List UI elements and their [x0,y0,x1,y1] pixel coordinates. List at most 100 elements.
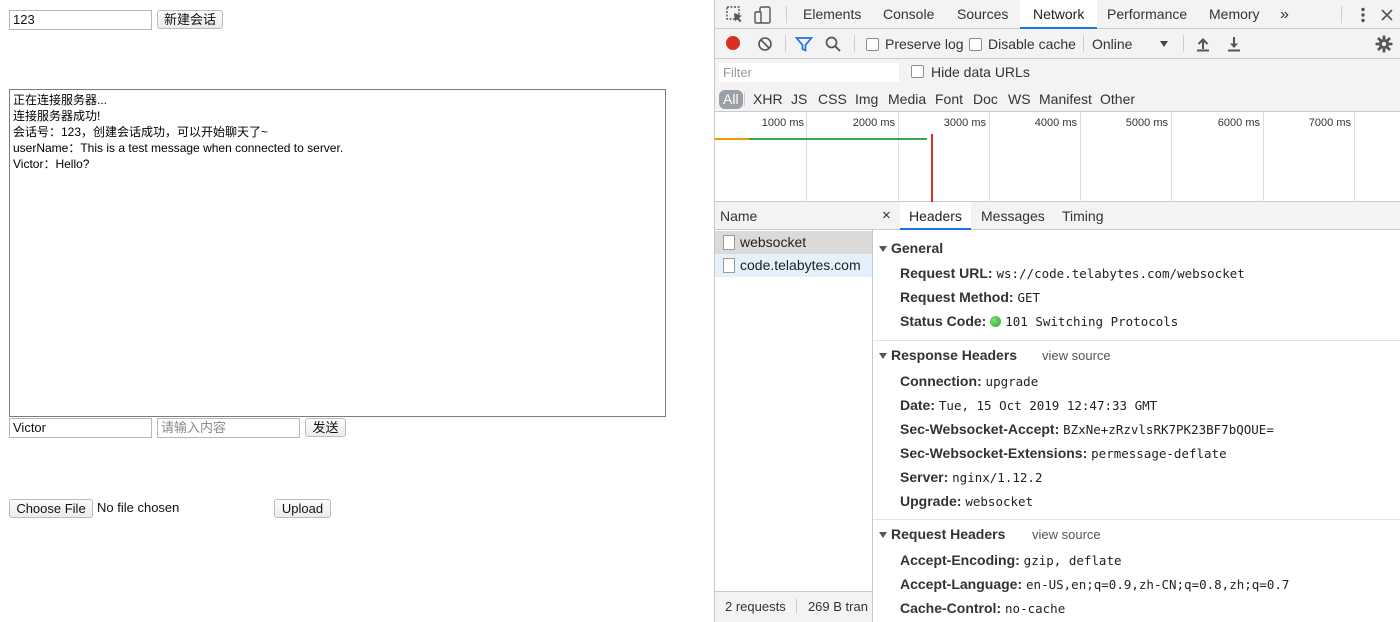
more-options-icon[interactable] [1353,5,1373,25]
timeline-gridline [898,112,899,202]
tab-memory[interactable]: Memory [1209,0,1260,29]
close-details-button[interactable]: × [882,202,891,230]
tab-performance[interactable]: Performance [1107,0,1187,29]
triangle-down-icon [879,246,887,252]
filter-type-js[interactable]: JS [790,90,808,109]
triangle-down-icon [879,532,887,538]
hide-data-urls-checkbox[interactable] [911,65,924,78]
filter-type-doc[interactable]: Doc [972,90,999,109]
export-har-icon[interactable] [1224,34,1244,54]
device-toolbar-icon[interactable] [753,5,773,25]
request-waterfall-bar [749,138,927,140]
header-key: Connection: [900,373,982,389]
header-row: Sec-Websocket-Extensions: permessage-def… [900,445,1227,461]
tab-sources[interactable]: Sources [957,0,1008,29]
name-column-header[interactable]: Name [715,202,873,230]
preserve-log-checkbox[interactable] [866,38,879,51]
throttling-select[interactable]: Online [1092,36,1132,52]
request-name: code.telabytes.com [740,257,861,273]
request-count: 2 requests [725,599,786,614]
tab-messages[interactable]: Messages [981,202,1045,230]
filter-type-font[interactable]: Font [934,90,964,109]
request-row-code-telabytes[interactable]: code.telabytes.com [715,254,872,277]
tab-network[interactable]: Network [1020,0,1098,29]
section-title: General [891,240,944,256]
filter-icon[interactable] [794,34,814,54]
timeline-tick-label: 5000 ms [1125,117,1168,129]
disable-cache-checkbox[interactable] [969,38,982,51]
header-row: Status Code: 101 Switching Protocols [900,313,1178,329]
timeline-tick-label: 6000 ms [1217,117,1260,129]
divider [796,599,798,613]
chevron-down-icon [1160,41,1168,47]
chat-log[interactable]: 正在连接服务器... 连接服务器成功! 会话号：123，创建会话成功，可以开始聊… [9,89,666,417]
import-har-icon[interactable] [1193,34,1213,54]
log-line: 正在连接服务器... [13,93,108,107]
message-input[interactable]: 请输入内容 [157,418,300,438]
hide-data-urls-label: Hide data URLs [931,64,1030,80]
log-line: userName：This is a test message when con… [13,141,344,155]
divider [786,6,787,23]
divider [873,340,1400,341]
choose-file-button[interactable]: Choose File [9,499,93,518]
request-details: × Headers Messages Timing General Reques… [873,202,1400,622]
session-id-input[interactable]: 123 [9,10,152,30]
request-headers-section-header[interactable]: Request Headers [879,526,1005,542]
header-value: upgrade [985,374,1039,389]
section-title: Request Headers [891,526,1006,542]
close-devtools-icon[interactable] [1377,5,1397,25]
filter-type-css[interactable]: CSS [817,90,848,109]
filter-type-xhr[interactable]: XHR [752,90,784,109]
tab-console[interactable]: Console [883,0,934,29]
filter-type-other[interactable]: Other [1099,90,1136,109]
filter-type-all[interactable]: All [719,90,743,109]
record-icon[interactable] [726,36,740,50]
send-button[interactable]: 发送 [305,418,346,437]
divider [744,92,745,106]
header-key: Sec-Websocket-Accept: [900,421,1060,437]
tab-headers[interactable]: Headers [900,202,971,230]
username-input[interactable]: Victor [9,418,152,438]
section-title: Response Headers [891,347,1018,363]
filter-type-manifest[interactable]: Manifest [1038,90,1093,109]
header-value: en-US,en;q=0.9,zh-CN;q=0.8,zh;q=0.7 [1026,577,1290,592]
header-key: Accept-Encoding: [900,552,1020,568]
view-source-link[interactable]: view source [1032,527,1101,542]
search-icon[interactable] [823,34,843,54]
filter-type-ws[interactable]: WS [1007,90,1032,109]
filter-type-media[interactable]: Media [887,90,927,109]
timeline-overview[interactable]: 1000 ms 2000 ms 3000 ms 4000 ms 5000 ms … [715,112,1400,202]
divider [785,35,786,52]
tab-elements[interactable]: Elements [803,0,861,29]
inspect-element-icon[interactable] [725,5,745,25]
clear-icon[interactable] [755,34,775,54]
header-row: Sec-Websocket-Accept: BZxNe+zRzvlsRK7PK2… [900,421,1274,437]
header-value: Tue, 15 Oct 2019 12:47:33 GMT [938,398,1158,413]
timeline-gridline [1080,112,1081,202]
tab-timing[interactable]: Timing [1062,202,1104,230]
header-row: Connection: upgrade [900,373,1038,389]
view-source-link[interactable]: view source [1042,348,1111,363]
header-value: BZxNe+zRzvlsRK7PK23BF7bQOUE= [1063,422,1274,437]
log-line: 连接服务器成功! [13,109,101,123]
filter-input[interactable]: Filter [719,63,899,82]
network-toolbar: Preserve log Disable cache Online [715,29,1400,59]
filter-bar: Filter Hide data URLs [715,59,1400,86]
document-icon [723,258,735,273]
header-key: Server: [900,469,949,485]
divider [1341,6,1342,23]
new-session-button[interactable]: 新建会话 [157,10,223,29]
gear-icon[interactable] [1374,34,1394,54]
more-tabs-button[interactable]: » [1280,0,1289,29]
preserve-log-label: Preserve log [885,36,964,52]
header-row: Accept-Language: en-US,en;q=0.9,zh-CN;q=… [900,576,1289,592]
request-row-websocket[interactable]: websocket [715,231,872,254]
filter-type-img[interactable]: Img [854,90,879,109]
header-value: gzip, deflate [1023,553,1122,568]
timeline-tick-label: 3000 ms [943,117,986,129]
response-headers-section-header[interactable]: Response Headers [879,347,1017,363]
general-section-header[interactable]: General [879,240,943,256]
header-row: Server: nginx/1.12.2 [900,469,1042,485]
header-value: permessage-deflate [1091,446,1227,461]
upload-button[interactable]: Upload [274,499,331,518]
